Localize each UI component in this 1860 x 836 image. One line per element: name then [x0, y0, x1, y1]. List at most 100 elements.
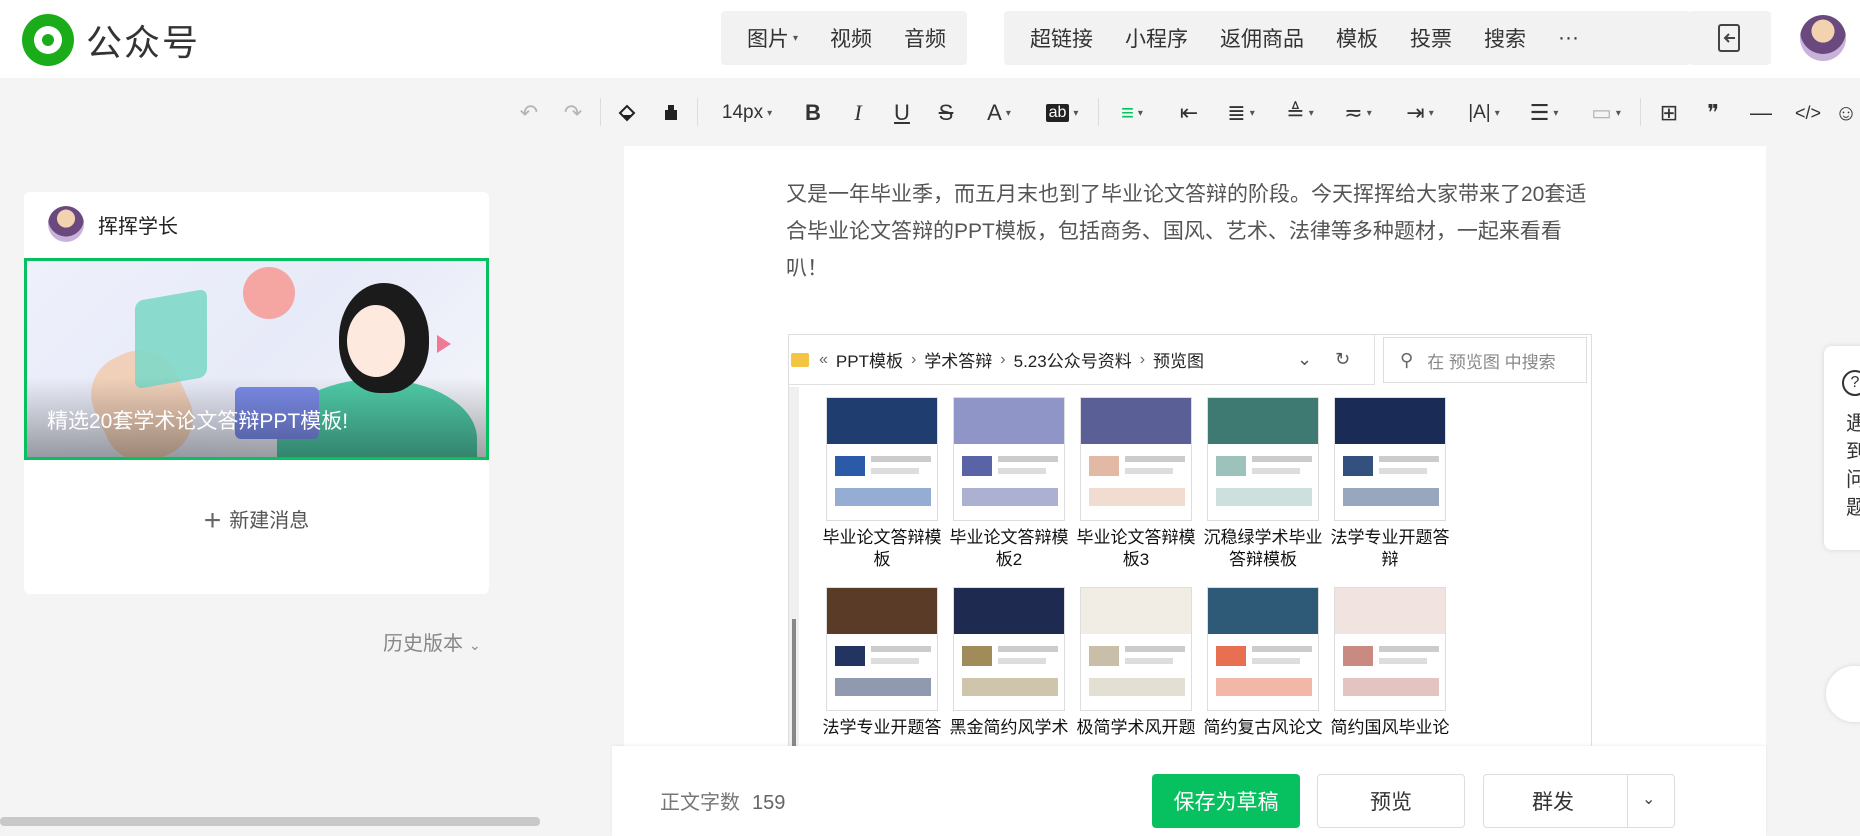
- divider-button[interactable]: —: [1744, 96, 1778, 130]
- file-thumbnail: [953, 397, 1065, 521]
- line-height-icon: ≂: [1344, 100, 1363, 125]
- media-insert-group: 图片 ▾ 视频 音频: [721, 11, 967, 65]
- redo-icon: ↷: [563, 100, 583, 125]
- insert-hyperlink-button[interactable]: 超链接: [1014, 23, 1109, 53]
- mass-send-button[interactable]: 群发 ⌄: [1483, 774, 1675, 828]
- list-button[interactable]: ☰ ▾: [1522, 96, 1566, 130]
- quote-button[interactable]: ❞: [1696, 96, 1730, 130]
- file-name: 毕业论文答辩模板: [822, 528, 942, 569]
- file-thumbnail: [826, 397, 938, 521]
- thumb-line: [1125, 646, 1185, 652]
- word-count: 正文字数 159: [660, 786, 785, 815]
- user-avatar[interactable]: [1800, 15, 1846, 61]
- cover-illustration-tablet: [135, 288, 207, 390]
- file-tile[interactable]: 黑金简约风学术: [944, 587, 1074, 739]
- file-tile[interactable]: 法学专业开题答辩: [1325, 397, 1455, 571]
- chevron-down-icon: ▾: [1428, 107, 1434, 119]
- insert-search-button[interactable]: 搜索: [1468, 23, 1542, 53]
- strikethrough-button[interactable]: S: [929, 96, 963, 130]
- account-avatar: [48, 206, 84, 242]
- bold-button[interactable]: B: [796, 96, 830, 130]
- thumb-band: [1335, 398, 1445, 444]
- preview-button[interactable]: 预览: [1317, 774, 1465, 828]
- horizontal-scrollbar[interactable]: [0, 817, 540, 826]
- undo-icon: ↶: [519, 100, 539, 125]
- code-button[interactable]: </>: [1788, 96, 1828, 130]
- file-name: 简约国风毕业论: [1330, 718, 1450, 737]
- thumb-line: [1252, 646, 1312, 652]
- border-button[interactable]: ▭ ▾: [1584, 96, 1628, 130]
- history-version-button[interactable]: 历史版本 ⌄: [383, 627, 481, 656]
- redo-button[interactable]: ↷: [556, 96, 590, 130]
- align-left-button[interactable]: ≡ ▾: [1110, 96, 1154, 130]
- cover-illustration-bell: [243, 267, 295, 319]
- letter-spacing-button[interactable]: |A| ▾: [1460, 96, 1508, 130]
- side-float-button[interactable]: [1826, 666, 1860, 722]
- format-painter-button[interactable]: [610, 96, 644, 130]
- thumbnail-grid: 毕业论文答辩模板 毕业论文答辩模板2 毕业论文答辩模板3 沉稳绿学术毕业答辩模板 法学专…: [789, 387, 1591, 746]
- editor-canvas[interactable]: 又是一年毕业季，而五月末也到了毕业论文答辩的阶段。今天挥挥给大家带来了20套适合…: [624, 146, 1766, 746]
- insert-image-button[interactable]: 图片 ▾: [731, 23, 814, 53]
- file-tile[interactable]: 毕业论文答辩模板3: [1071, 397, 1201, 571]
- help-float-button[interactable]: ? 遇到问题: [1824, 346, 1860, 550]
- exit-icon: [1718, 24, 1740, 52]
- insert-vote-button[interactable]: 投票: [1394, 23, 1468, 53]
- file-tile[interactable]: 法学专业开题答: [817, 587, 947, 739]
- breadcrumb-item: PPT模板: [835, 352, 903, 371]
- margin-button[interactable]: ⇥ ▾: [1398, 96, 1442, 130]
- file-tile[interactable]: 简约复古风论文: [1198, 587, 1328, 739]
- search-icon: ⚲: [1400, 349, 1414, 370]
- file-tile[interactable]: 毕业论文答辩模板2: [944, 397, 1074, 571]
- indent-icon: ⇤: [1179, 100, 1199, 125]
- play-icon: [437, 335, 451, 353]
- indent-button[interactable]: ⇤: [1172, 96, 1206, 130]
- text-align-button[interactable]: ≣ ▾: [1219, 96, 1263, 130]
- file-tile[interactable]: 毕业论文答辩模板: [817, 397, 947, 571]
- save-draft-button[interactable]: 保存为草稿: [1152, 774, 1300, 828]
- exit-editor-button[interactable]: [1689, 11, 1771, 65]
- chevron-down-icon[interactable]: ⌄: [1642, 789, 1655, 809]
- thumb-line: [1252, 468, 1300, 474]
- body-paragraph[interactable]: 又是一年毕业季，而五月末也到了毕业论文答辩的阶段。今天挥挥给大家带来了20套适合…: [786, 176, 1602, 287]
- chevron-down-icon: ▾: [1308, 107, 1314, 119]
- chevron-right-icon: ›: [910, 350, 917, 368]
- font-color-button[interactable]: A ▾: [975, 96, 1023, 130]
- insert-table-button[interactable]: ⊞: [1652, 96, 1686, 130]
- thumb-block: [835, 678, 931, 696]
- file-tile[interactable]: 简约国风毕业论: [1325, 587, 1455, 739]
- undo-button[interactable]: ↶: [512, 96, 546, 130]
- file-tile[interactable]: 极简学术风开题: [1071, 587, 1201, 739]
- highlight-icon: ab: [1045, 104, 1070, 122]
- highlight-button[interactable]: ab ▾: [1038, 96, 1086, 130]
- thumb-line: [998, 468, 1046, 474]
- new-message-label: 新建消息: [229, 510, 310, 532]
- thumb-block: [835, 488, 931, 506]
- more-insert-button[interactable]: ···: [1542, 26, 1595, 50]
- insert-commission-product-button[interactable]: 返佣商品: [1204, 23, 1320, 53]
- file-tile[interactable]: 沉稳绿学术毕业答辩模板: [1198, 397, 1328, 571]
- underline-button[interactable]: U: [885, 96, 919, 130]
- emoji-button[interactable]: ☺: [1832, 96, 1860, 130]
- italic-button[interactable]: I: [841, 96, 875, 130]
- new-message-button[interactable]: + 新建消息: [24, 504, 489, 538]
- refresh-icon: ↻: [1335, 349, 1351, 369]
- file-thumbnail: [826, 587, 938, 711]
- line-height-button[interactable]: ≂ ▾: [1336, 96, 1380, 130]
- insert-template-button[interactable]: 模板: [1320, 23, 1394, 53]
- embedded-screenshot[interactable]: « PPT模板 › 学术答辩 › 5.23公众号资料 › 预览图 ⌄ ↻ ⚲ 在…: [788, 334, 1592, 746]
- align-left-icon: ≡: [1121, 100, 1134, 125]
- insert-video-button[interactable]: 视频: [814, 23, 888, 53]
- insert-audio-button[interactable]: 音频: [888, 23, 962, 53]
- toolbar-divider: [600, 98, 601, 126]
- thumb-block: [1089, 678, 1185, 696]
- chevron-down-icon: ⌄: [469, 637, 481, 653]
- app-logo[interactable]: 公众号: [22, 14, 200, 66]
- article-cover-selected[interactable]: 精选20套学术论文答辩PPT模板!: [24, 258, 489, 460]
- explorer-scrollbar: [789, 387, 799, 746]
- insert-mini-program-button[interactable]: 小程序: [1109, 23, 1204, 53]
- font-size-select[interactable]: 14px ▾: [712, 96, 782, 130]
- clear-format-button[interactable]: [654, 96, 688, 130]
- file-name: 黑金简约风学术: [949, 718, 1069, 737]
- thumb-line: [871, 468, 919, 474]
- paragraph-spacing-button[interactable]: ≜ ▾: [1278, 96, 1322, 130]
